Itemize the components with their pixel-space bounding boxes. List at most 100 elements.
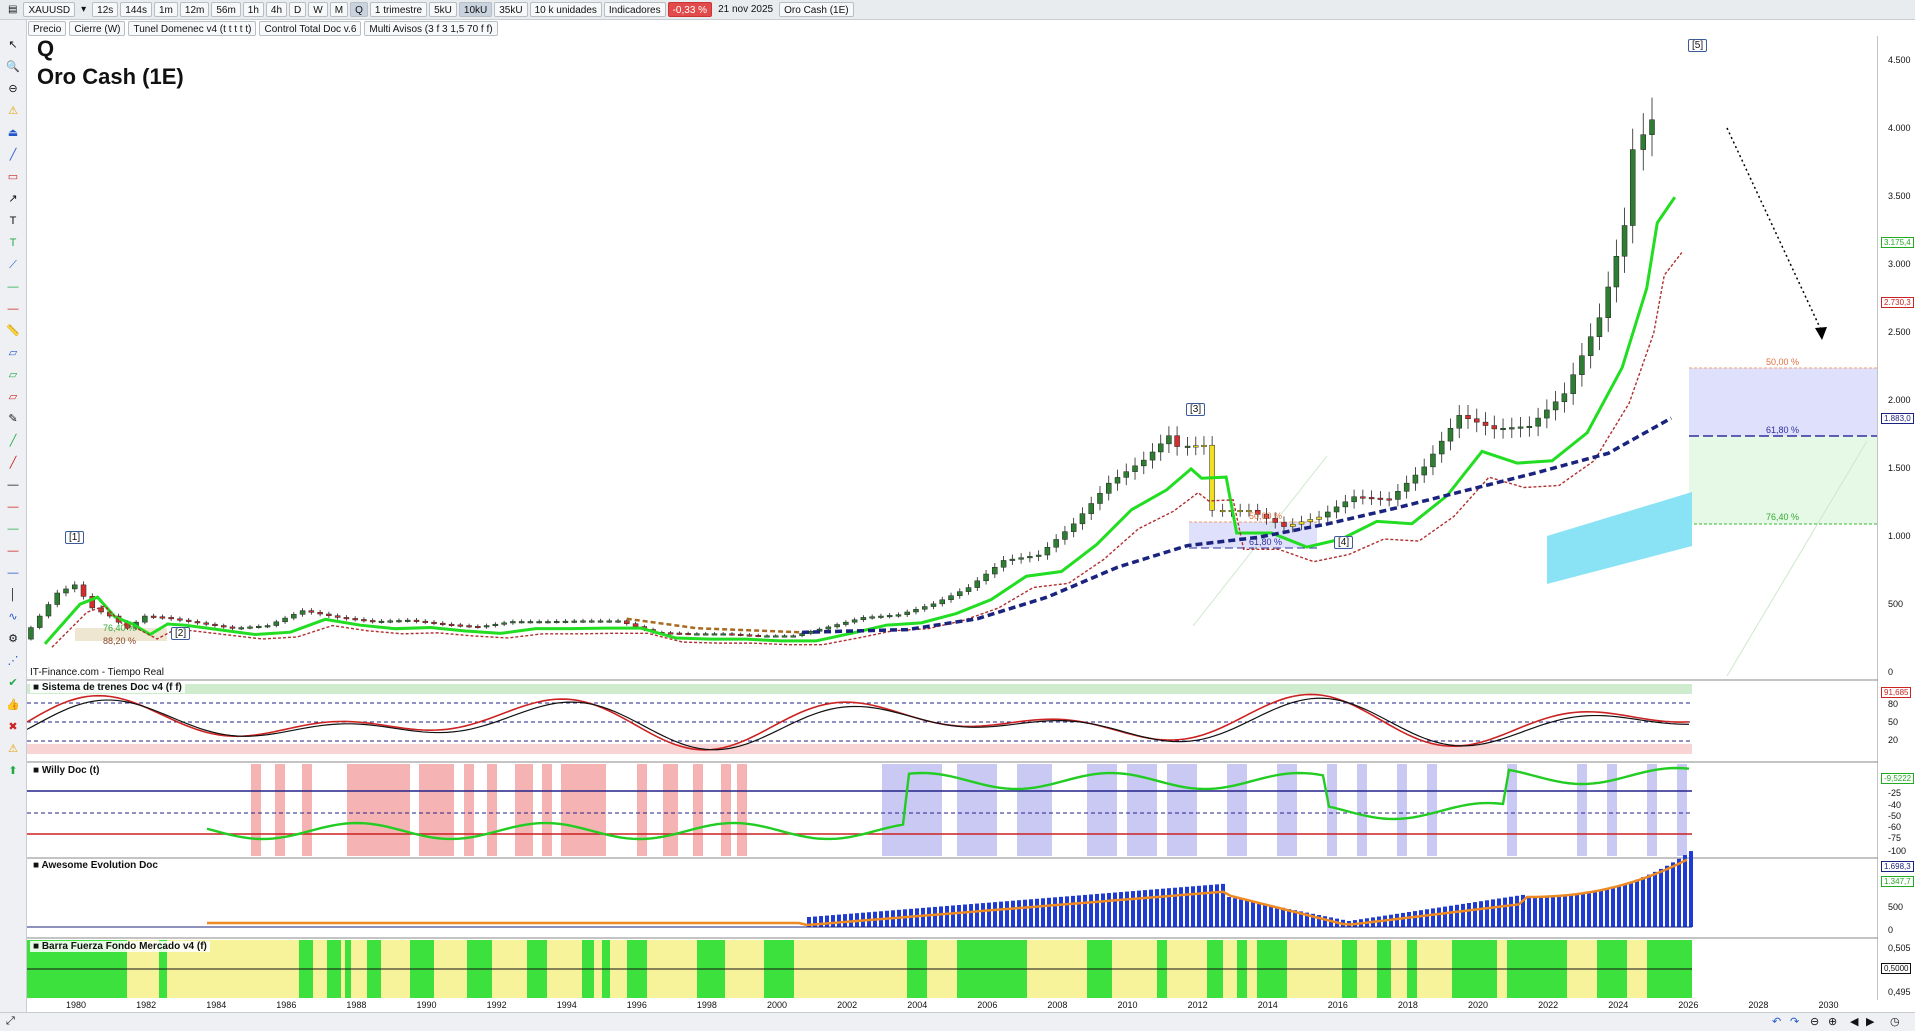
tf-1h[interactable]: 1h [242,2,264,17]
tf-d[interactable]: D [289,2,307,17]
year-tick: 1992 [486,1000,507,1010]
legend-multi[interactable]: Multi Avisos (3 f 3 1,5 70 f f) [364,21,498,36]
hline-icon[interactable]: — [5,280,21,294]
hline-red3-icon[interactable]: — [5,544,21,558]
candle-body [36,615,43,628]
channel-green-icon[interactable]: ▱ [5,368,21,382]
tf-12m[interactable]: 12m [179,2,210,17]
instrument-tab[interactable]: Oro Cash (1E) [779,2,854,17]
pattern-icon[interactable]: ⋰ [5,654,21,668]
legend-tunel[interactable]: Tunel Domenec v4 (t t t t t) [128,21,257,36]
panel-trenes-label: ■ Sistema de trenes Doc v4 (f f) [30,682,185,693]
unit-35k[interactable]: 35kU [494,2,528,17]
hline-red-icon[interactable]: — [5,302,21,316]
tf-m[interactable]: M [329,2,349,17]
awesome-bar [1497,898,1501,927]
tunnel-line [43,196,1677,645]
red-line-icon[interactable]: ╱ [5,456,21,470]
zoom-out-icon[interactable]: ⊖ [5,82,21,96]
unit-select[interactable]: 10 k unidades [529,2,602,17]
line-icon[interactable]: ╱ [5,148,21,162]
tf-w[interactable]: W [308,2,328,17]
channel-icon[interactable]: ▱ [5,346,21,360]
delete-icon[interactable]: ✖ [5,720,21,734]
zoom-icon[interactable]: 🔍 [5,60,21,74]
candle-body [1141,459,1147,467]
willy-band [302,764,312,856]
awesome-bar [1167,888,1171,927]
thumb-icon[interactable]: 👍 [5,698,21,712]
hline-red2-icon[interactable]: — [5,500,21,514]
fib-icon[interactable]: ⏏ [5,126,21,140]
pencil-icon[interactable]: ✎ [5,412,21,426]
fib-right-618: 61,80 % [1766,425,1800,435]
candle-body [1570,374,1576,394]
year-tick: 2000 [767,1000,788,1010]
awesome-bar [1461,903,1465,927]
year-tick: 1986 [276,1000,297,1010]
willy-band [1607,764,1617,856]
wave-icon[interactable]: ∿ [5,610,21,624]
period-select[interactable]: 1 trimestre [369,2,428,17]
ruler-icon[interactable]: 📏 [5,324,21,338]
symbol-select[interactable]: XAUUSD [23,2,76,17]
candle-body [1377,497,1384,500]
willy-band [275,764,285,856]
arrow-icon[interactable]: ↗ [5,192,21,206]
hline-black-icon[interactable]: — [5,478,21,492]
warning-icon[interactable]: ⚠ [5,742,21,756]
scroll-left-icon[interactable]: ◀ [1850,1015,1858,1028]
trend-icon[interactable]: ⟋ [5,258,21,272]
legend-cierre[interactable]: Cierre (W) [69,21,126,36]
text-green-icon[interactable]: T [5,236,21,250]
candle-body [1447,427,1454,442]
up-arrow-icon[interactable]: ⬆ [5,764,21,778]
chart-area[interactable] [27,36,1878,1000]
awesome-bar [1221,883,1225,927]
barra-tick: 0,495 [1888,987,1911,997]
zoom-minus-icon[interactable]: ⊖ [1810,1015,1819,1028]
undo-icon[interactable]: ↶ [1772,1015,1781,1028]
rectangle-icon[interactable]: ▭ [5,170,21,184]
indicators-button[interactable]: Indicadores [603,2,666,17]
zoom-plus-icon[interactable]: ⊕ [1828,1015,1837,1028]
legend-precio[interactable]: Precio [28,21,67,36]
text-icon[interactable]: T [5,214,21,228]
menu-icon[interactable]: ▤ [4,2,21,17]
hline-blue-icon[interactable]: — [5,566,21,580]
settings-icon[interactable]: ⚙ [5,632,21,646]
tf-144s[interactable]: 144s [120,2,152,17]
scroll-right-icon[interactable]: ▶ [1866,1015,1874,1028]
unit-10k[interactable]: 10kU [458,2,493,17]
awesome-bar [1275,906,1279,927]
redo-icon[interactable]: ↷ [1790,1015,1799,1028]
candle-body [343,617,350,620]
wave-4-label: [4] [1334,536,1354,549]
channel-red-icon[interactable]: ▱ [5,390,21,404]
tf-1m[interactable]: 1m [153,2,178,17]
candle-body [790,635,797,638]
candle-body [1044,546,1051,556]
tf-56m[interactable]: 56m [211,2,241,17]
green-line-icon[interactable]: ╱ [5,434,21,448]
alert-icon[interactable]: ⚠ [5,104,21,118]
cursor-icon[interactable]: ↖ [5,38,21,52]
legend-control[interactable]: Control Total Doc v.6 [259,21,362,36]
willy-band [1087,764,1117,856]
awesome-bar [1077,895,1081,927]
chevron-down-icon[interactable]: ▾ [77,2,90,17]
tf-4h[interactable]: 4h [265,2,288,17]
willy-tick: -25 [1888,788,1902,798]
check-icon[interactable]: ✔ [5,676,21,690]
hline-green-icon[interactable]: — [5,522,21,536]
clock-icon[interactable]: ◷ [1890,1015,1900,1028]
expand-icon[interactable]: ⤢ [6,1015,15,1028]
awesome-bar [1653,871,1657,927]
candle-body [431,621,437,624]
tf-q[interactable]: Q [350,2,368,17]
tf-12s[interactable]: 12s [92,2,119,17]
candle-body [1613,256,1620,288]
candle-body [1018,557,1024,560]
vline-icon[interactable]: │ [5,588,21,602]
unit-5k[interactable]: 5kU [429,2,457,17]
